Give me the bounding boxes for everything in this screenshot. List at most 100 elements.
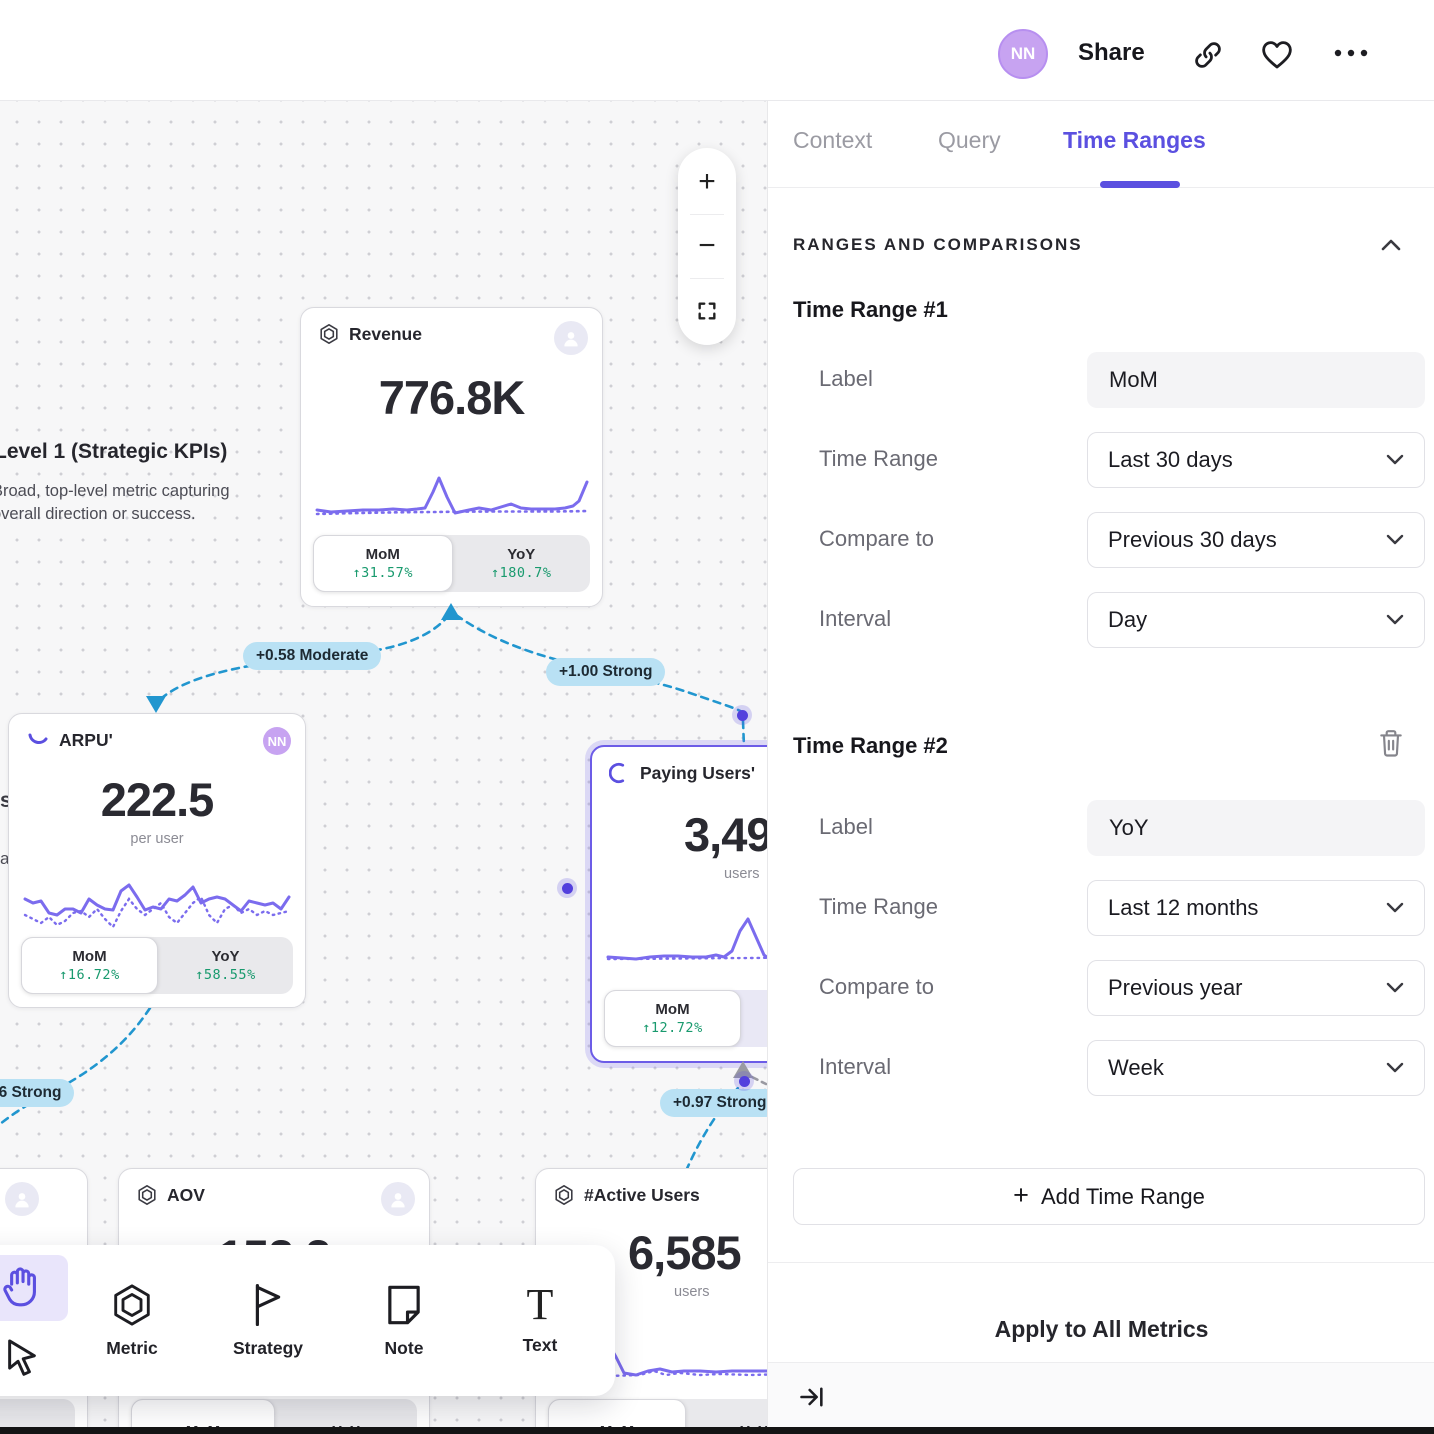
hand-tool-button[interactable] bbox=[0, 1255, 68, 1321]
hand-icon bbox=[1, 1266, 43, 1310]
metric-hexagon-icon bbox=[136, 1184, 158, 1206]
chevron-down-icon bbox=[1386, 534, 1404, 546]
select-tool-button[interactable] bbox=[0, 1325, 68, 1389]
label-input[interactable] bbox=[1087, 352, 1425, 408]
toggle-yoy[interactable]: YoY ↑180.7% bbox=[453, 535, 591, 592]
text-tool-button[interactable]: T Text bbox=[472, 1245, 608, 1396]
fullscreen-icon bbox=[696, 300, 718, 322]
interval-select[interactable]: Day bbox=[1087, 592, 1425, 648]
app-header: NN Share bbox=[0, 0, 1434, 101]
owner-avatar-nn: NN bbox=[263, 727, 291, 755]
tab-time-ranges[interactable]: Time Ranges bbox=[1063, 127, 1206, 154]
interval-select[interactable]: Week bbox=[1087, 1040, 1425, 1096]
apply-to-all-metrics-button[interactable]: Apply to All Metrics bbox=[768, 1307, 1434, 1351]
time-range-field-label: Time Range bbox=[819, 894, 938, 920]
flag-icon bbox=[246, 1282, 290, 1328]
interval-field-label: Interval bbox=[819, 1054, 891, 1080]
tab-query[interactable]: Query bbox=[938, 127, 1001, 154]
metric-hexagon-icon bbox=[318, 323, 340, 345]
label-field-label: Label bbox=[819, 814, 873, 840]
metric-value: 776.8K bbox=[301, 370, 602, 425]
comparison-toggle: MoM ↑16.72% YoY ↑58.55% bbox=[21, 937, 293, 994]
metric-tool-button[interactable]: Metric bbox=[64, 1245, 200, 1396]
text-T-icon: T bbox=[527, 1285, 554, 1325]
collapse-panel-icon[interactable] bbox=[798, 1383, 826, 1411]
chevron-down-icon bbox=[1386, 1062, 1404, 1074]
metric-card-arpu[interactable]: ARPU' NN 222.5 per user MoM ↑16.72% YoY … bbox=[8, 713, 306, 1008]
time-range-field-label: Time Range bbox=[819, 446, 938, 472]
note-page-icon bbox=[382, 1282, 426, 1328]
time-range-select[interactable]: Last 12 months bbox=[1087, 880, 1425, 936]
card-title: AOV bbox=[167, 1185, 205, 1206]
edge-label-revenue-paying[interactable]: +1.00 Strong bbox=[546, 658, 665, 686]
time-range-1-title: Time Range #1 bbox=[793, 297, 948, 323]
card-title: ARPU' bbox=[59, 730, 113, 751]
canvas-toolbar: Metric Strategy Note T Text bbox=[0, 1245, 615, 1396]
user-avatar[interactable]: NN bbox=[998, 29, 1048, 79]
metric-hexagon-icon bbox=[553, 1184, 575, 1206]
edge-label-active-paying[interactable]: +0.97 Strong bbox=[660, 1089, 767, 1117]
label-input[interactable] bbox=[1087, 800, 1425, 856]
compare-to-select[interactable]: Previous year bbox=[1087, 960, 1425, 1016]
owner-avatar-icon bbox=[381, 1182, 415, 1216]
card-title: #Active Users bbox=[584, 1185, 700, 1206]
compare-to-select[interactable]: Previous 30 days bbox=[1087, 512, 1425, 568]
zoom-in-button[interactable]: + bbox=[690, 165, 724, 199]
metric-unit: per user bbox=[9, 831, 305, 847]
tab-context[interactable]: Context bbox=[793, 127, 872, 154]
crescent-metric-icon bbox=[609, 762, 631, 784]
compare-to-field-label: Compare to bbox=[819, 526, 934, 552]
delete-time-range-trash-icon[interactable] bbox=[1378, 729, 1404, 757]
more-options-icon[interactable] bbox=[1333, 48, 1369, 58]
metric-value: 222.5 bbox=[9, 772, 305, 827]
card-title: Paying Users' bbox=[640, 763, 755, 784]
toggle-yoy[interactable]: YoY ↑58.55% bbox=[158, 937, 293, 994]
connection-handle[interactable] bbox=[732, 705, 752, 725]
arc-metric-icon bbox=[26, 729, 50, 751]
connection-handle[interactable] bbox=[734, 1071, 754, 1091]
owner-avatar-icon bbox=[554, 321, 588, 355]
label-field-label: Label bbox=[819, 366, 873, 392]
metric-unit: users bbox=[592, 866, 767, 882]
chevron-down-icon bbox=[1386, 454, 1404, 466]
toggle-mom[interactable]: MoM ↑12.72% bbox=[604, 990, 741, 1047]
metric-tree-canvas[interactable]: Level 1 (Strategic KPIs) Broad, top-leve… bbox=[0, 101, 767, 1434]
comparison-toggle: MoM ↑31.57% YoY ↑180.7% bbox=[313, 535, 590, 592]
comparison-toggle: MoM ↑12.72% bbox=[604, 990, 767, 1047]
metric-card-paying-users[interactable]: Paying Users' 3,49 users MoM ↑12.72% bbox=[590, 745, 767, 1063]
section-header: RANGES AND COMPARISONS bbox=[793, 235, 1083, 255]
zoom-out-button[interactable]: − bbox=[690, 229, 724, 263]
metric-card-revenue[interactable]: Revenue 776.8K MoM ↑31.57% YoY ↑180.7% bbox=[300, 307, 603, 607]
window-bottom-edge bbox=[0, 1427, 1434, 1434]
time-range-select[interactable]: Last 30 days bbox=[1087, 432, 1425, 488]
copy-link-icon[interactable] bbox=[1193, 40, 1223, 70]
share-button[interactable]: Share bbox=[1078, 39, 1145, 67]
toggle-yoy[interactable] bbox=[741, 990, 767, 1047]
metric-hexagon-icon bbox=[109, 1282, 155, 1328]
edge-label-arpu-offscreen[interactable]: 66 Strong bbox=[0, 1079, 74, 1107]
edge-label-revenue-arpu[interactable]: +0.58 Moderate bbox=[243, 642, 381, 670]
canvas-zoom-controls: + − bbox=[678, 148, 736, 345]
add-time-range-button[interactable]: + Add Time Range bbox=[793, 1168, 1425, 1225]
compare-to-field-label: Compare to bbox=[819, 974, 934, 1000]
chevron-down-icon bbox=[1386, 614, 1404, 626]
panel-tabs: Context Query Time Ranges bbox=[768, 101, 1434, 188]
collapse-section-chevron-up-icon[interactable] bbox=[1380, 237, 1402, 253]
note-tool-button[interactable]: Note bbox=[336, 1245, 472, 1396]
strategy-tool-button[interactable]: Strategy bbox=[200, 1245, 336, 1396]
active-tab-underline bbox=[1100, 181, 1180, 188]
favorite-heart-icon[interactable] bbox=[1261, 40, 1293, 70]
panel-footer bbox=[768, 1362, 1434, 1434]
card-title: Revenue bbox=[349, 324, 422, 345]
metric-value: 3,49 bbox=[592, 807, 767, 862]
chevron-down-icon bbox=[1386, 982, 1404, 994]
connection-handle[interactable] bbox=[557, 878, 577, 898]
toggle-mom[interactable]: MoM ↑16.72% bbox=[21, 937, 158, 994]
toggle-mom[interactable]: MoM ↑31.57% bbox=[313, 535, 453, 592]
sparkline-chart bbox=[606, 907, 767, 977]
time-range-2-title: Time Range #2 bbox=[793, 733, 948, 759]
owner-avatar-icon bbox=[5, 1182, 39, 1216]
fit-view-button[interactable] bbox=[690, 294, 724, 328]
chevron-down-icon bbox=[1386, 902, 1404, 914]
cursor-icon bbox=[2, 1336, 42, 1378]
